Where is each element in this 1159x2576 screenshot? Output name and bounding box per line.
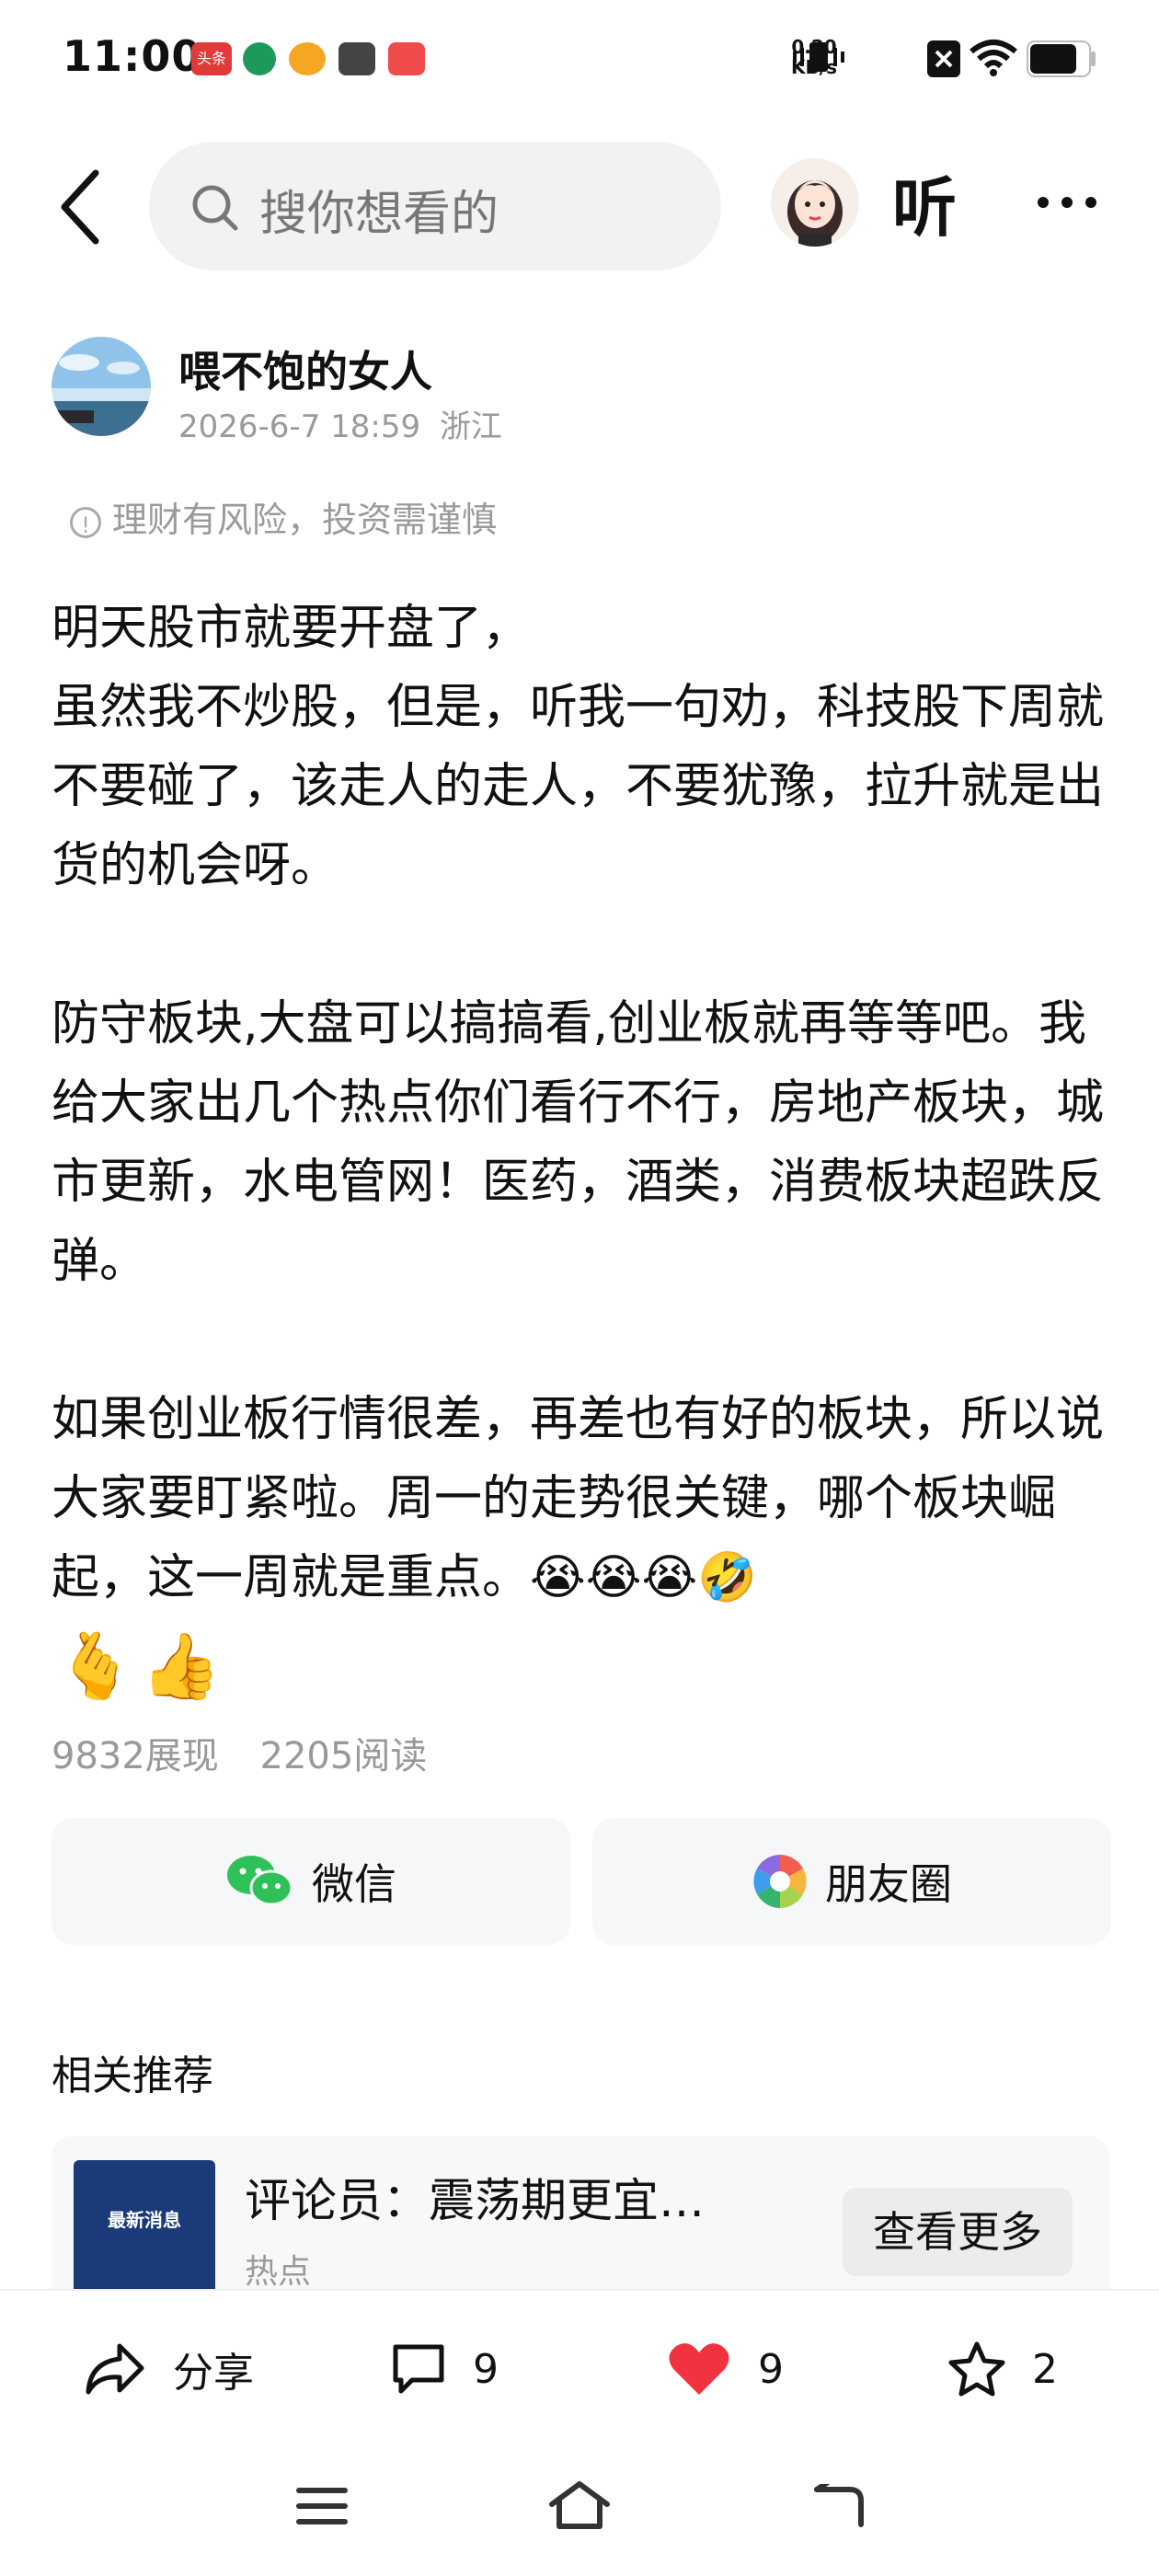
net-speed-value: 0.20: [791, 36, 837, 58]
net-speed-unit: KB/s: [791, 56, 837, 78]
risk-notice: ! 理财有风险，投资需谨慎: [70, 491, 497, 542]
share-action-label: 分享: [173, 2350, 254, 2397]
cartoon-avatar-icon: [787, 180, 843, 247]
search-icon: [192, 185, 238, 231]
bank-app-icon: [243, 42, 276, 75]
douyin-app-icon: [388, 42, 425, 75]
sim-disabled-icon: [927, 40, 960, 77]
battery-icon: [1027, 40, 1096, 77]
info-icon: !: [70, 506, 101, 538]
search-bar[interactable]: 搜你想看的: [149, 142, 721, 270]
heart-icon: [669, 2343, 729, 2395]
listen-button[interactable]: 听: [892, 156, 957, 249]
post-meta: 2026-6-7 18:59 浙江: [178, 401, 502, 446]
post-location: 浙江: [439, 408, 502, 445]
share-wechat-label: 微信: [312, 1859, 396, 1909]
risk-text: 理财有风险，投资需谨慎: [112, 500, 498, 540]
comment-count: 9: [473, 2345, 499, 2393]
more-icon[interactable]: [1030, 175, 1104, 230]
related-section-title: 相关推荐: [52, 2053, 213, 2099]
article-body: 明天股市就要开盘了， 虽然我不炒股，但是，听我一句劝，科技股下周就不要碰了，该走…: [52, 589, 1119, 1617]
back-nav-icon[interactable]: [809, 2484, 865, 2530]
comment-icon: [393, 2344, 444, 2394]
see-more-button[interactable]: 查看更多: [843, 2188, 1073, 2276]
star-icon: [948, 2341, 1005, 2397]
impressions-count: 9832展现: [52, 1735, 219, 1777]
post-datetime: 2026-6-7 18:59: [178, 408, 421, 445]
status-bar: 11:00 头条 0.20 KB/s: [0, 0, 1159, 120]
related-headline: 评论员：震荡期更宜…: [245, 2174, 705, 2227]
article-paragraph: 如果创业板行情很差，再差也有好的板块，所以说大家要盯紧啦。周一的走势很关键，哪个…: [52, 1392, 1105, 1605]
emoji-line: 🫰👍: [55, 1628, 227, 1704]
article-paragraph: 虽然我不炒股，但是，听我一句劝，科技股下周就不要碰了，该走人的走人，不要犹豫，拉…: [52, 680, 1105, 893]
related-tag: 热点: [245, 2253, 312, 2291]
search-placeholder: 搜你想看的: [259, 187, 499, 242]
moments-icon: [753, 1855, 807, 1908]
listen-avatar[interactable]: [771, 158, 859, 247]
share-moments-button[interactable]: 朋友圈: [592, 1818, 1111, 1945]
toutiao-app-icon: 头条: [191, 42, 232, 75]
article-paragraph: 防守板块,大盘可以搞搞看,创业板就再等等吧。我给大家出几个热点你们看行不行，房地…: [52, 996, 1105, 1289]
menu-nav-icon[interactable]: [294, 2486, 350, 2526]
action-bar-divider: [0, 2289, 1159, 2291]
article-paragraph: 明天股市就要开盘了，: [52, 601, 531, 656]
author-name[interactable]: 喂不饱的女人: [178, 339, 432, 399]
weibo-app-icon: [289, 42, 326, 75]
status-time: 11:00: [63, 31, 202, 81]
related-card[interactable]: 最新消息 评论员：震荡期更宜… 热点 查看更多: [52, 2136, 1109, 2291]
author-avatar[interactable]: [52, 337, 151, 436]
share-wechat-button[interactable]: 微信: [52, 1818, 570, 1945]
author-avatar-image: [52, 337, 151, 436]
home-nav-icon[interactable]: [546, 2478, 613, 2532]
share-moments-label: 朋友圈: [825, 1859, 952, 1909]
share-action[interactable]: 分享: [83, 2328, 254, 2410]
reads-count: 2205阅读: [259, 1735, 428, 1777]
wifi-icon: [970, 40, 1017, 76]
favorite-count: 2: [1032, 2345, 1058, 2393]
like-count: 9: [758, 2345, 784, 2393]
post-stats: 9832展现 2205阅读: [52, 1726, 456, 1779]
related-thumbnail: 最新消息: [74, 2160, 215, 2291]
game-app-icon: [339, 42, 375, 75]
share-icon: [86, 2343, 144, 2395]
back-arrow-icon[interactable]: [53, 166, 109, 248]
wechat-icon: [227, 1856, 293, 1906]
comment-action[interactable]: 9: [390, 2328, 499, 2410]
favorite-action[interactable]: 2: [947, 2328, 1058, 2410]
like-action[interactable]: 9: [666, 2328, 784, 2410]
net-speed: 0.20 KB/s: [791, 37, 837, 77]
